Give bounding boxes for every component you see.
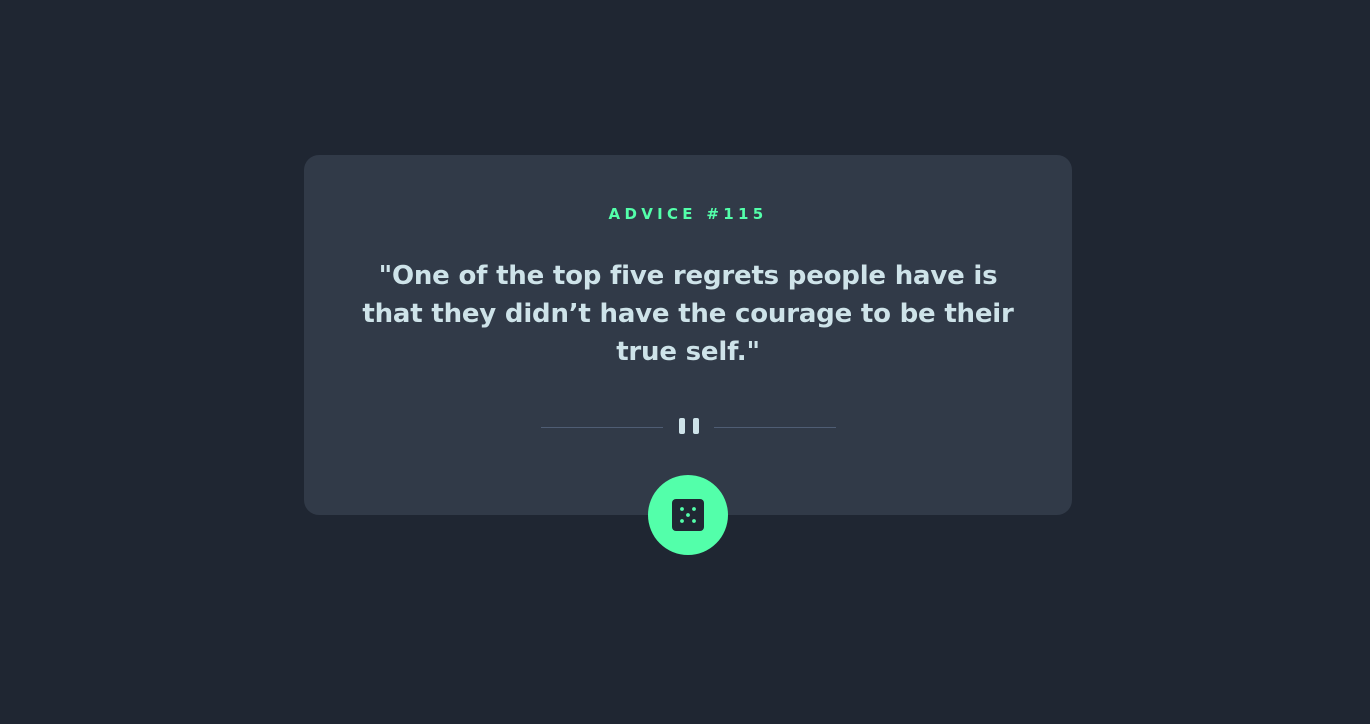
pattern-divider [541, 417, 836, 437]
generate-advice-button[interactable] [648, 475, 728, 555]
dice-icon [672, 499, 704, 531]
advice-card: ADVICE #115 "One of the top five regrets… [304, 155, 1072, 515]
pause-bar-left [679, 418, 685, 434]
advice-number: ADVICE #115 [608, 205, 768, 223]
advice-quote: "One of the top five regrets people have… [362, 261, 1014, 367]
pause-icon [678, 418, 700, 436]
pause-bar-right [693, 418, 699, 434]
divider-line-left [541, 427, 663, 428]
divider-line-right [714, 427, 836, 428]
